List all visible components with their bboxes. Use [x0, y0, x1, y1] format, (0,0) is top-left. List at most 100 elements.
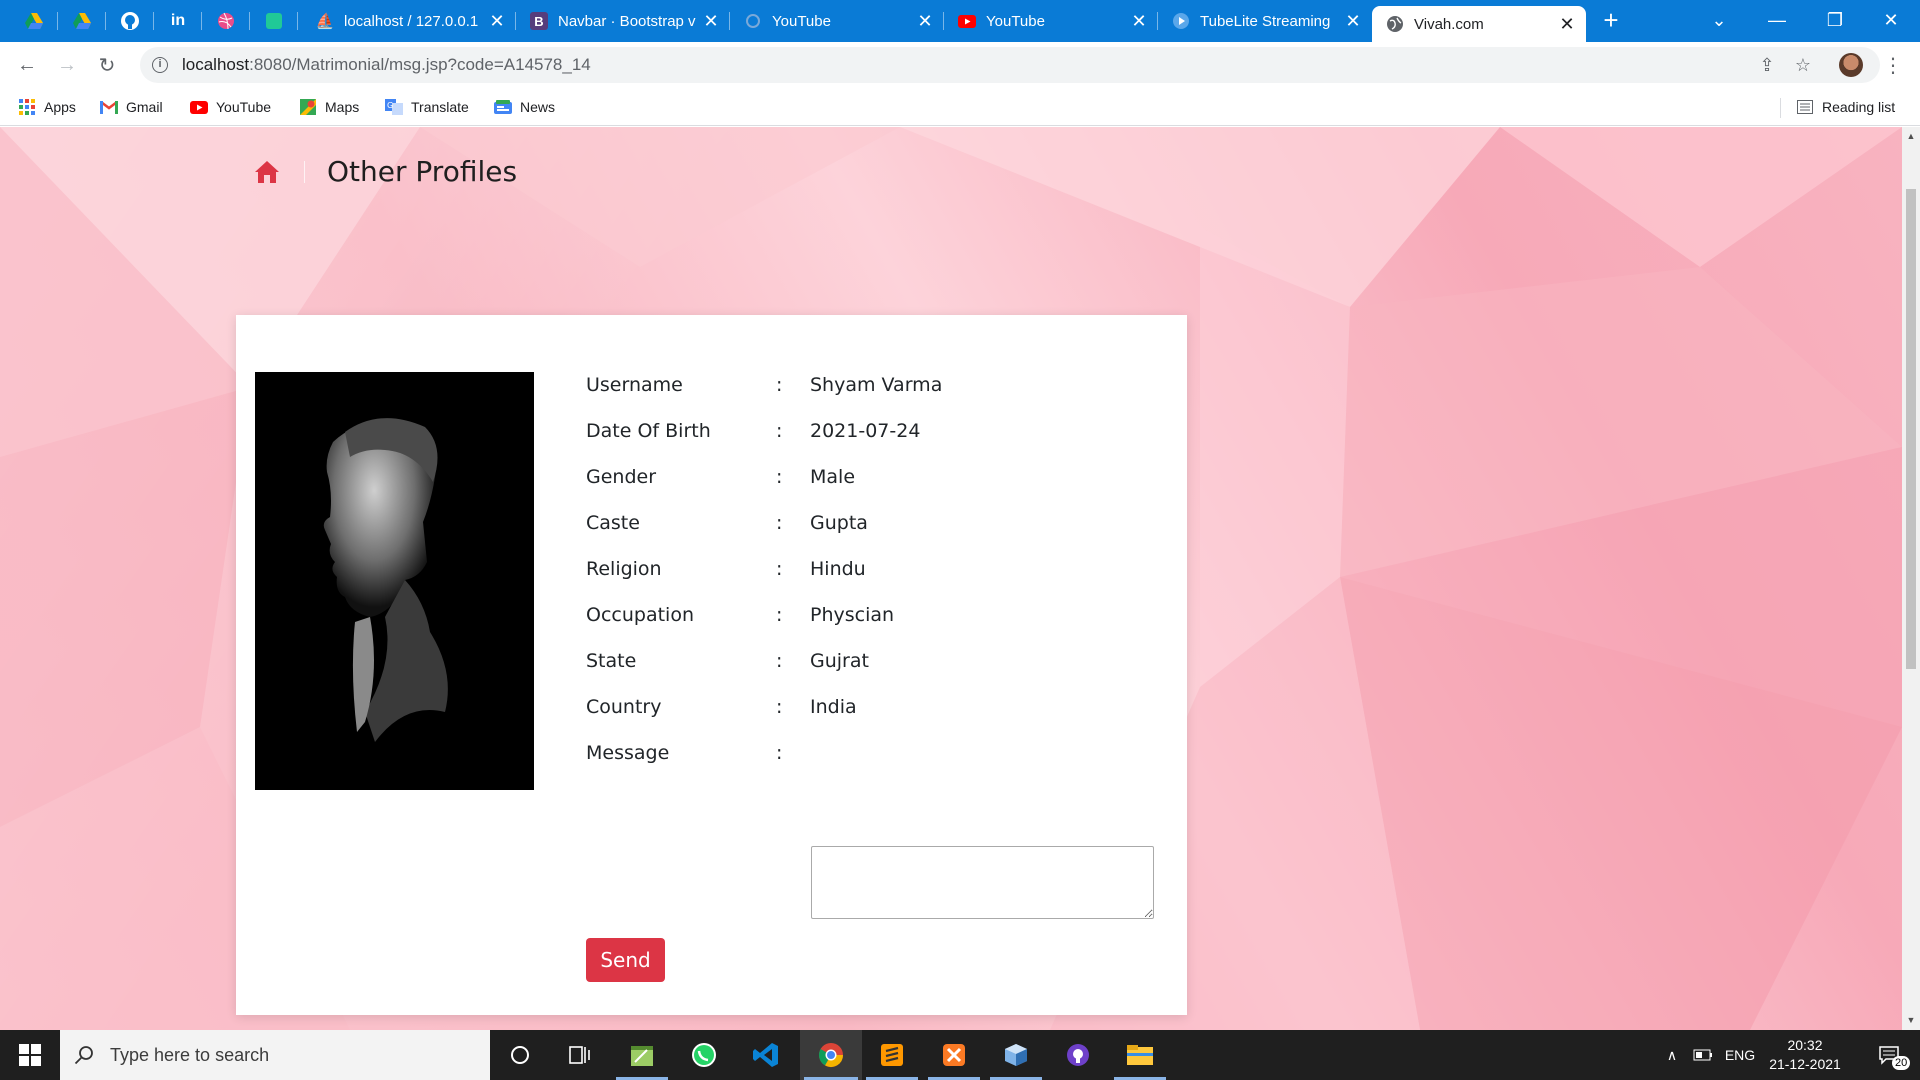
start-button[interactable] — [0, 1030, 60, 1080]
taskbar-clock[interactable]: 20:32 21-12-2021 — [1760, 1036, 1850, 1074]
globe-icon — [1386, 15, 1404, 33]
close-icon[interactable]: ✕ — [914, 11, 936, 32]
taskbar-notepad[interactable] — [612, 1030, 672, 1080]
field-label: Religion — [586, 558, 662, 580]
field-separator: : — [776, 742, 783, 764]
restore-button[interactable]: ❐ — [1806, 0, 1864, 40]
scroll-down-arrow[interactable]: ▼ — [1906, 1015, 1916, 1025]
taskbar-file-explorer[interactable] — [1110, 1030, 1170, 1080]
bookmark-label: News — [520, 99, 556, 115]
tab-title: TubeLite Streaming — [1200, 12, 1331, 30]
profile-avatar[interactable] — [1836, 50, 1866, 80]
url-bar[interactable]: i localhost:8080/Matrimonial/msg.jsp?cod… — [140, 47, 1880, 83]
tab-title: Vivah.com — [1414, 15, 1484, 33]
pinned-tab-google-drive-2[interactable] — [58, 6, 106, 36]
back-button[interactable]: ← — [12, 50, 42, 80]
avatar — [1839, 53, 1863, 77]
taskbar-whatsapp[interactable] — [674, 1030, 734, 1080]
bookmark-translate[interactable]: G Translate — [385, 96, 469, 118]
close-icon[interactable]: ✕ — [1342, 11, 1364, 32]
linkedin-icon: in — [170, 12, 186, 29]
loading-icon — [744, 12, 762, 30]
taskbar-virtualbox[interactable] — [986, 1030, 1046, 1080]
url-text[interactable]: localhost:8080/Matrimonial/msg.jsp?code=… — [182, 55, 591, 75]
tab-search-button[interactable]: ⌄ — [1690, 0, 1748, 40]
reading-list-button[interactable]: Reading list — [1796, 96, 1895, 118]
close-icon[interactable]: ✕ — [700, 11, 722, 32]
field-value: Male — [810, 466, 856, 488]
bookmark-maps[interactable]: Maps — [299, 96, 359, 118]
browser-menu-button[interactable]: ⋮ — [1878, 50, 1908, 80]
taskbar-chrome[interactable] — [800, 1030, 862, 1080]
field-separator: : — [776, 466, 783, 488]
tab-youtube-loading[interactable]: YouTube ✕ — [730, 6, 944, 36]
file-explorer-icon — [1127, 1045, 1153, 1065]
taskbar-github-desktop[interactable] — [1048, 1030, 1108, 1080]
tab-vivah-active[interactable]: Vivah.com ✕ — [1372, 6, 1586, 42]
bookmarks-bar: Apps Gmail YouTube Maps G Translate News… — [0, 88, 1920, 126]
forward-button[interactable]: → — [52, 50, 82, 80]
message-textarea[interactable] — [811, 846, 1154, 919]
scrollbar-thumb[interactable] — [1906, 189, 1916, 669]
reload-button[interactable]: ↻ — [92, 50, 122, 80]
tab-title: localhost / 127.0.0.1 — [344, 12, 479, 30]
scroll-up-arrow[interactable]: ▲ — [1906, 131, 1916, 141]
bookmark-label: Translate — [411, 99, 469, 115]
bookmark-star-icon[interactable]: ☆ — [1788, 47, 1818, 83]
notification-center[interactable]: 20 — [1866, 1030, 1912, 1080]
bookmark-apps[interactable]: Apps — [18, 96, 76, 118]
new-tab-button[interactable]: + — [1596, 6, 1626, 36]
pinned-tab-github[interactable] — [106, 6, 154, 36]
tab-phpmyadmin[interactable]: ⛵ localhost / 127.0.0.1 ✕ — [302, 6, 516, 36]
reading-list-label: Reading list — [1822, 99, 1896, 115]
task-view-button[interactable] — [550, 1030, 610, 1080]
pinned-tab-google-drive[interactable] — [10, 6, 58, 36]
field-separator: : — [776, 650, 783, 672]
bookmark-news[interactable]: News — [494, 96, 555, 118]
close-window-button[interactable]: ✕ — [1862, 0, 1920, 40]
home-icon[interactable] — [254, 160, 280, 184]
minimize-button[interactable]: — — [1748, 0, 1806, 40]
arrow-left-icon: ← — [17, 53, 37, 76]
notification-badge: 20 — [1892, 1056, 1911, 1070]
field-label: Caste — [586, 512, 640, 534]
profile-photo — [255, 372, 534, 790]
site-info-icon[interactable]: i — [152, 57, 168, 73]
field-gender: Gender : Male — [586, 462, 855, 492]
bookmark-label: YouTube — [216, 99, 272, 115]
page-scrollbar[interactable]: ▲ ▼ — [1902, 127, 1920, 1030]
send-button[interactable]: Send — [586, 938, 665, 982]
cortana-button[interactable] — [490, 1030, 550, 1080]
pinned-tab-app[interactable] — [250, 6, 298, 36]
task-view-icon — [569, 1046, 590, 1064]
windows-logo-icon — [19, 1044, 41, 1066]
close-icon[interactable]: ✕ — [1556, 14, 1578, 35]
share-icon[interactable]: ⇪ — [1752, 47, 1782, 83]
tab-bootstrap[interactable]: B Navbar · Bootstrap v ✕ — [516, 6, 730, 36]
dribbble-icon — [218, 12, 234, 30]
field-separator: : — [776, 558, 783, 580]
tab-youtube[interactable]: YouTube ✕ — [944, 6, 1158, 36]
taskbar-xampp[interactable] — [924, 1030, 984, 1080]
whatsapp-icon — [692, 1043, 716, 1067]
field-religion: Religion : Hindu — [586, 554, 866, 584]
bookmark-youtube[interactable]: YouTube — [190, 96, 271, 118]
chevron-down-icon: ⌄ — [1711, 9, 1727, 30]
field-occupation: Occupation : Physcian — [586, 600, 894, 630]
pinned-tab-linkedin[interactable]: in — [154, 6, 202, 36]
field-label: Gender — [586, 466, 657, 488]
language-indicator[interactable]: ENG — [1720, 1030, 1760, 1080]
show-hidden-icons[interactable]: ∧ — [1660, 1030, 1684, 1080]
taskbar-search[interactable]: Type here to search — [60, 1030, 490, 1080]
arrow-right-icon: → — [57, 53, 77, 76]
bookmark-gmail[interactable]: Gmail — [100, 96, 163, 118]
google-drive-icon — [73, 13, 91, 29]
bookmark-label: Apps — [44, 99, 76, 115]
pinned-tab-dribbble[interactable] — [202, 6, 250, 36]
close-icon[interactable]: ✕ — [1128, 11, 1150, 32]
taskbar-vscode[interactable] — [736, 1030, 796, 1080]
taskbar-sublime[interactable] — [862, 1030, 922, 1080]
battery-tray[interactable] — [1688, 1030, 1718, 1080]
tab-tubelite[interactable]: TubeLite Streaming ✕ — [1158, 6, 1372, 36]
close-icon[interactable]: ✕ — [486, 11, 508, 32]
